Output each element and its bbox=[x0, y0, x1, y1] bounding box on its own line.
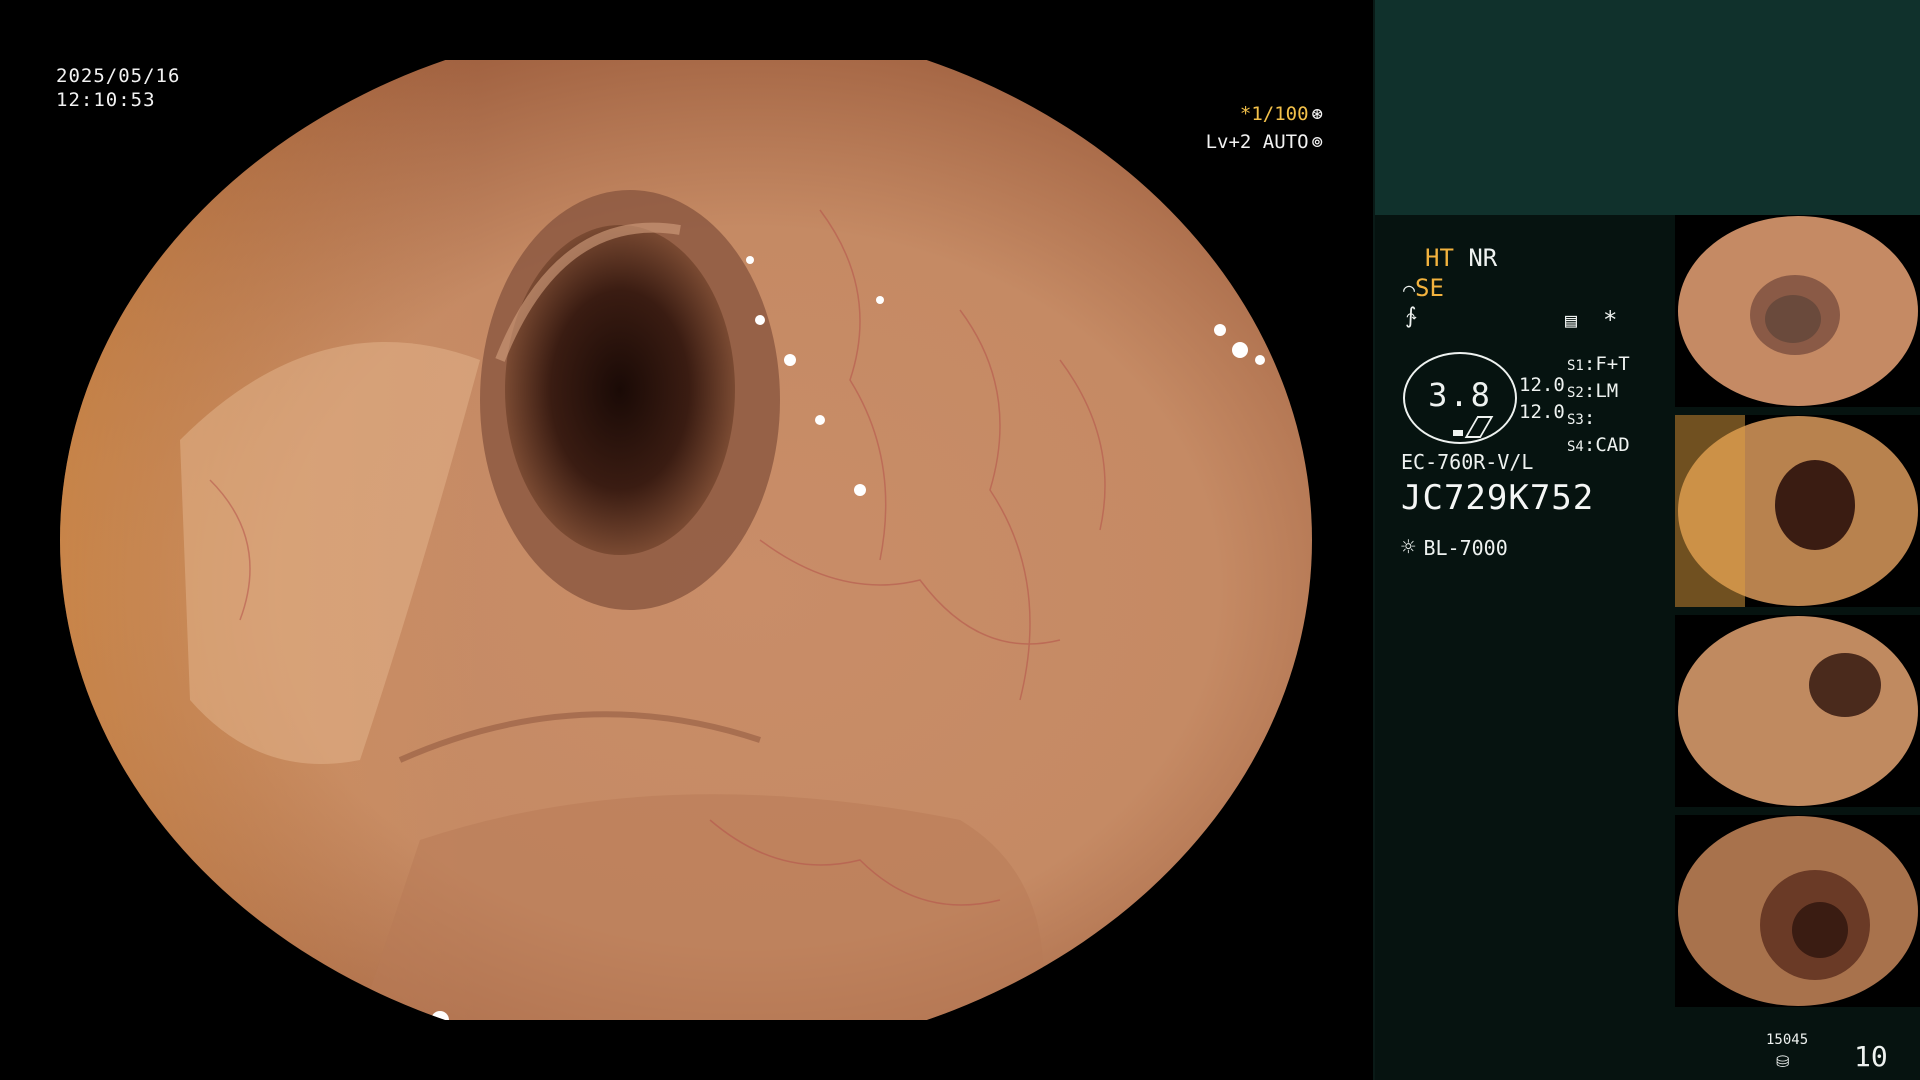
capture-number: 10 bbox=[1854, 1040, 1888, 1073]
iris-icon: ⊚ bbox=[1311, 131, 1323, 153]
dial-gauge: 3.8 bbox=[1403, 352, 1517, 444]
switch-row-3: S3: bbox=[1567, 407, 1596, 429]
database-icon: ⛁ bbox=[1776, 1052, 1790, 1071]
switch-row-4: S4:CAD bbox=[1567, 434, 1630, 456]
dial-value: 3.8 bbox=[1428, 376, 1492, 414]
ht-label: HT bbox=[1425, 244, 1454, 272]
nr-label: NR bbox=[1468, 244, 1498, 272]
light-source: ☼ BL-7000 bbox=[1401, 533, 1508, 561]
endoscopic-image bbox=[60, 60, 1312, 1020]
lamp-icon: ☼ bbox=[1401, 533, 1416, 561]
light-source-label: BL-7000 bbox=[1423, 536, 1508, 560]
shutter-speed: *1/100 bbox=[1239, 103, 1309, 125]
switch-row-1: S1:F+T bbox=[1567, 353, 1630, 375]
status-side-panel: HT NR ⌒SE ∱ ▤ * 3.8 12.0 12.0 S1:F+T S2:… bbox=[1373, 0, 1920, 1080]
thumbnail-strip bbox=[1675, 215, 1920, 1015]
dial-number-2: 12.0 bbox=[1519, 401, 1565, 423]
thumbnail-2[interactable] bbox=[1675, 415, 1920, 607]
structure-enhance-icon: ⌒ bbox=[1403, 277, 1416, 301]
switch-row-2: S2:LM bbox=[1567, 380, 1619, 402]
thumbnail-4[interactable] bbox=[1675, 815, 1920, 1007]
switch-assignments: S1:F+T S2:LM S3: S4:CAD bbox=[1567, 352, 1630, 460]
dial-needle bbox=[1464, 416, 1494, 438]
se-label: SE bbox=[1415, 274, 1444, 302]
exposure-info: *1/100 ⊛ Lv+2 AUTO ⊚ bbox=[1206, 100, 1323, 156]
timestamp: 2025/05/16 12:10:53 bbox=[56, 64, 180, 112]
scope-serial: JC729K752 bbox=[1401, 478, 1595, 518]
star-mark: * bbox=[1603, 306, 1618, 334]
date-text: 2025/05/16 bbox=[56, 65, 181, 87]
time-text: 12:10:53 bbox=[56, 89, 156, 111]
aperture-icon: ⊛ bbox=[1311, 103, 1323, 125]
se-row: ⌒SE bbox=[1403, 274, 1444, 302]
dial-numbers: 12.0 12.0 bbox=[1519, 372, 1565, 426]
scope-model: EC-760R-V/L bbox=[1401, 450, 1534, 474]
brightness-level: Lv+2 AUTO bbox=[1205, 131, 1309, 153]
thumbnail-3[interactable] bbox=[1675, 615, 1920, 807]
wave-icon: ∱ bbox=[1405, 304, 1417, 329]
dial-mark bbox=[1453, 430, 1463, 436]
image-count: 15045 bbox=[1766, 1032, 1809, 1048]
panel-header-area bbox=[1375, 0, 1920, 215]
ht-nr-row: HT NR bbox=[1425, 244, 1497, 272]
grid-icon: ▤ bbox=[1565, 308, 1578, 332]
endoscope-main-view: 2025/05/16 12:10:53 *1/100 ⊛ Lv+2 AUTO ⊚ bbox=[0, 0, 1373, 1080]
dial-number-1: 12.0 bbox=[1519, 374, 1565, 396]
thumbnail-1[interactable] bbox=[1675, 215, 1920, 407]
